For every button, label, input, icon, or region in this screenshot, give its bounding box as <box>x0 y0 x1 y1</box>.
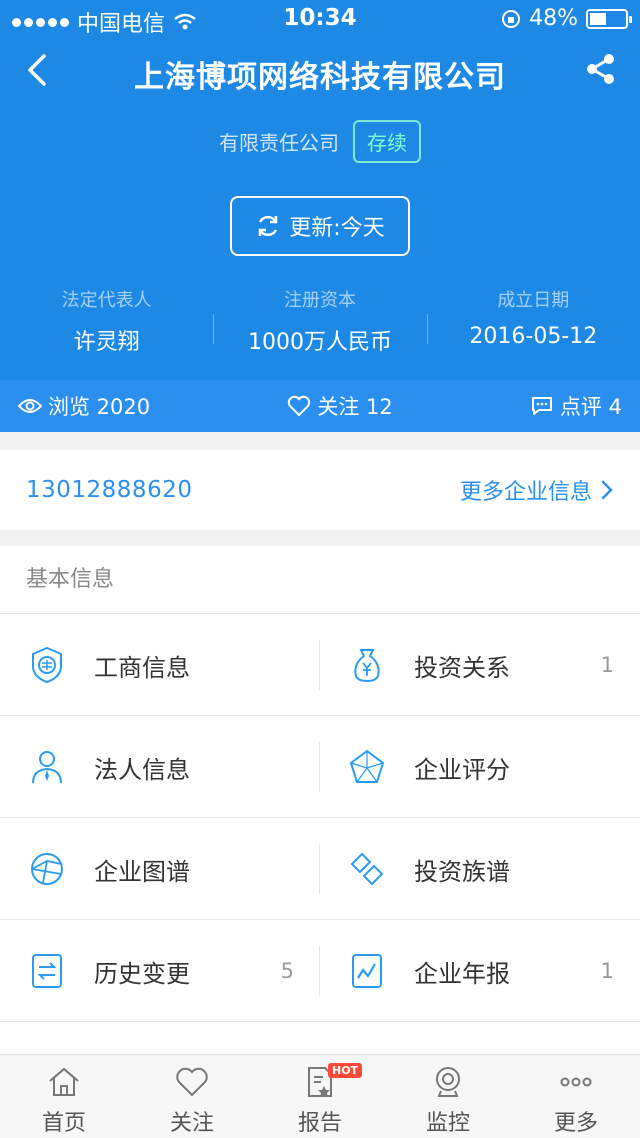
back-icon[interactable] <box>22 52 56 88</box>
stat-value: 2016-05-12 <box>469 324 598 349</box>
item-company-graph[interactable]: 企业图谱 <box>0 818 320 920</box>
seal-icon <box>32 646 62 684</box>
item-label: 企业图谱 <box>94 857 190 886</box>
stat-legal-rep: 法定代表人 许灵翔 <box>0 286 213 356</box>
eye-icon <box>18 399 42 413</box>
camera-icon <box>436 1067 460 1097</box>
engagement-bar: 浏览 2020 关注 12 点评 4 <box>0 380 640 432</box>
heart-icon <box>288 395 311 417</box>
item-count: 1 <box>600 959 614 983</box>
status-badge: 存续 <box>353 120 421 163</box>
info-row: 企业图谱 投资族谱 <box>0 818 640 920</box>
more-icon <box>560 1077 592 1087</box>
battery-fill <box>590 12 607 25</box>
tab-label: 报告 <box>297 1111 342 1136</box>
battery-icon <box>586 8 632 29</box>
info-row: 法人信息 企业评分 <box>0 716 640 818</box>
update-label: 更新:今天 <box>289 216 385 241</box>
section-title: 基本信息 <box>0 546 640 614</box>
comment-icon <box>531 397 552 415</box>
contact-row: 13012888620 更多企业信息 <box>0 450 640 530</box>
views-count: 浏览 2020 <box>18 391 150 421</box>
tab-home[interactable]: 首页 <box>0 1055 128 1138</box>
more-info-label: 更多企业信息 <box>459 480 592 505</box>
stat-founded-date: 成立日期 2016-05-12 <box>426 286 640 356</box>
graph-icon <box>31 853 63 885</box>
money-bag-icon <box>354 649 380 683</box>
item-legal-person[interactable]: 法人信息 <box>0 716 320 818</box>
item-business-info[interactable]: 工商信息 <box>0 614 320 716</box>
comment-button[interactable]: 点评 4 <box>530 391 622 421</box>
share-icon[interactable] <box>584 52 618 86</box>
tab-label: 首页 <box>41 1111 86 1136</box>
item-label: 法人信息 <box>94 755 190 784</box>
follow-button[interactable]: 关注 12 <box>287 391 393 421</box>
item-annual-report[interactable]: 企业年报 1 <box>320 920 640 1022</box>
company-header: 中国电信 10:34 48% 上海博项网络科技有限公司 有限责任公司 存续 更新… <box>0 0 640 432</box>
info-row: 历史变更 5 企业年报 1 <box>0 920 640 1022</box>
item-label: 投资关系 <box>414 653 510 682</box>
stat-label: 法定代表人 <box>61 290 152 311</box>
stat-value: 许灵翔 <box>73 330 140 355</box>
item-count: 5 <box>280 959 294 983</box>
refresh-icon <box>259 215 278 237</box>
change-icon <box>32 954 62 988</box>
orientation-lock-icon <box>502 9 521 28</box>
heart-icon <box>176 1067 208 1097</box>
page-title: 上海博项网络科技有限公司 <box>134 60 506 95</box>
tab-more[interactable]: 更多 <box>512 1055 640 1138</box>
item-label: 企业评分 <box>414 755 510 784</box>
stat-label: 注册资本 <box>283 290 356 311</box>
views-label: 浏览 2020 <box>48 395 151 419</box>
item-label: 历史变更 <box>94 959 190 988</box>
item-investment[interactable]: 投资关系 1 <box>320 614 640 716</box>
person-icon <box>32 751 62 784</box>
stat-label: 成立日期 <box>497 290 570 311</box>
tab-report[interactable]: HOT 报告 <box>256 1055 384 1138</box>
item-company-score[interactable]: 企业评分 <box>320 716 640 818</box>
nav-bar: 上海博项网络科技有限公司 <box>0 40 640 100</box>
phone-number[interactable]: 13012888620 <box>26 477 192 503</box>
tab-follow[interactable]: 关注 <box>128 1055 256 1138</box>
tab-label: 关注 <box>169 1111 214 1136</box>
basic-info-panel: 基本信息 工商信息 投资关系 1 法人信息 企业评分 企业图谱 投资族谱 历史变… <box>0 546 640 1056</box>
report-chart-icon <box>352 954 382 988</box>
tab-monitor[interactable]: 监控 <box>384 1055 512 1138</box>
item-label: 工商信息 <box>94 653 190 682</box>
stat-value: 1000万人民币 <box>247 330 392 355</box>
item-label: 企业年报 <box>414 959 510 988</box>
bottom-tab-bar: 首页 关注 HOT 报告 监控 更多 <box>0 1054 640 1138</box>
link-icon <box>350 852 384 886</box>
tab-label: 监控 <box>425 1111 470 1136</box>
item-count: 1 <box>600 653 614 677</box>
item-label: 投资族谱 <box>414 857 510 886</box>
info-row: 工商信息 投资关系 1 <box>0 614 640 716</box>
status-bar: 中国电信 10:34 48% <box>0 0 640 40</box>
chevron-right-icon <box>601 480 613 500</box>
battery-percent: 48% <box>529 6 578 31</box>
company-stats: 法定代表人 许灵翔 注册资本 1000万人民币 成立日期 2016-05-12 <box>0 286 640 356</box>
tab-label: 更多 <box>553 1111 598 1136</box>
item-investment-tree[interactable]: 投资族谱 <box>320 818 640 920</box>
pentagon-chart-icon <box>349 749 385 783</box>
home-icon <box>49 1067 79 1096</box>
stat-registered-capital: 注册资本 1000万人民币 <box>213 286 426 356</box>
update-button[interactable]: 更新:今天 <box>230 196 410 256</box>
more-info-link[interactable]: 更多企业信息 <box>460 474 614 506</box>
follows-label: 关注 12 <box>317 395 393 419</box>
company-type: 有限责任公司 <box>219 131 339 155</box>
item-history-changes[interactable]: 历史变更 5 <box>0 920 320 1022</box>
comments-label: 点评 4 <box>559 395 622 419</box>
hot-badge: HOT <box>328 1063 363 1078</box>
